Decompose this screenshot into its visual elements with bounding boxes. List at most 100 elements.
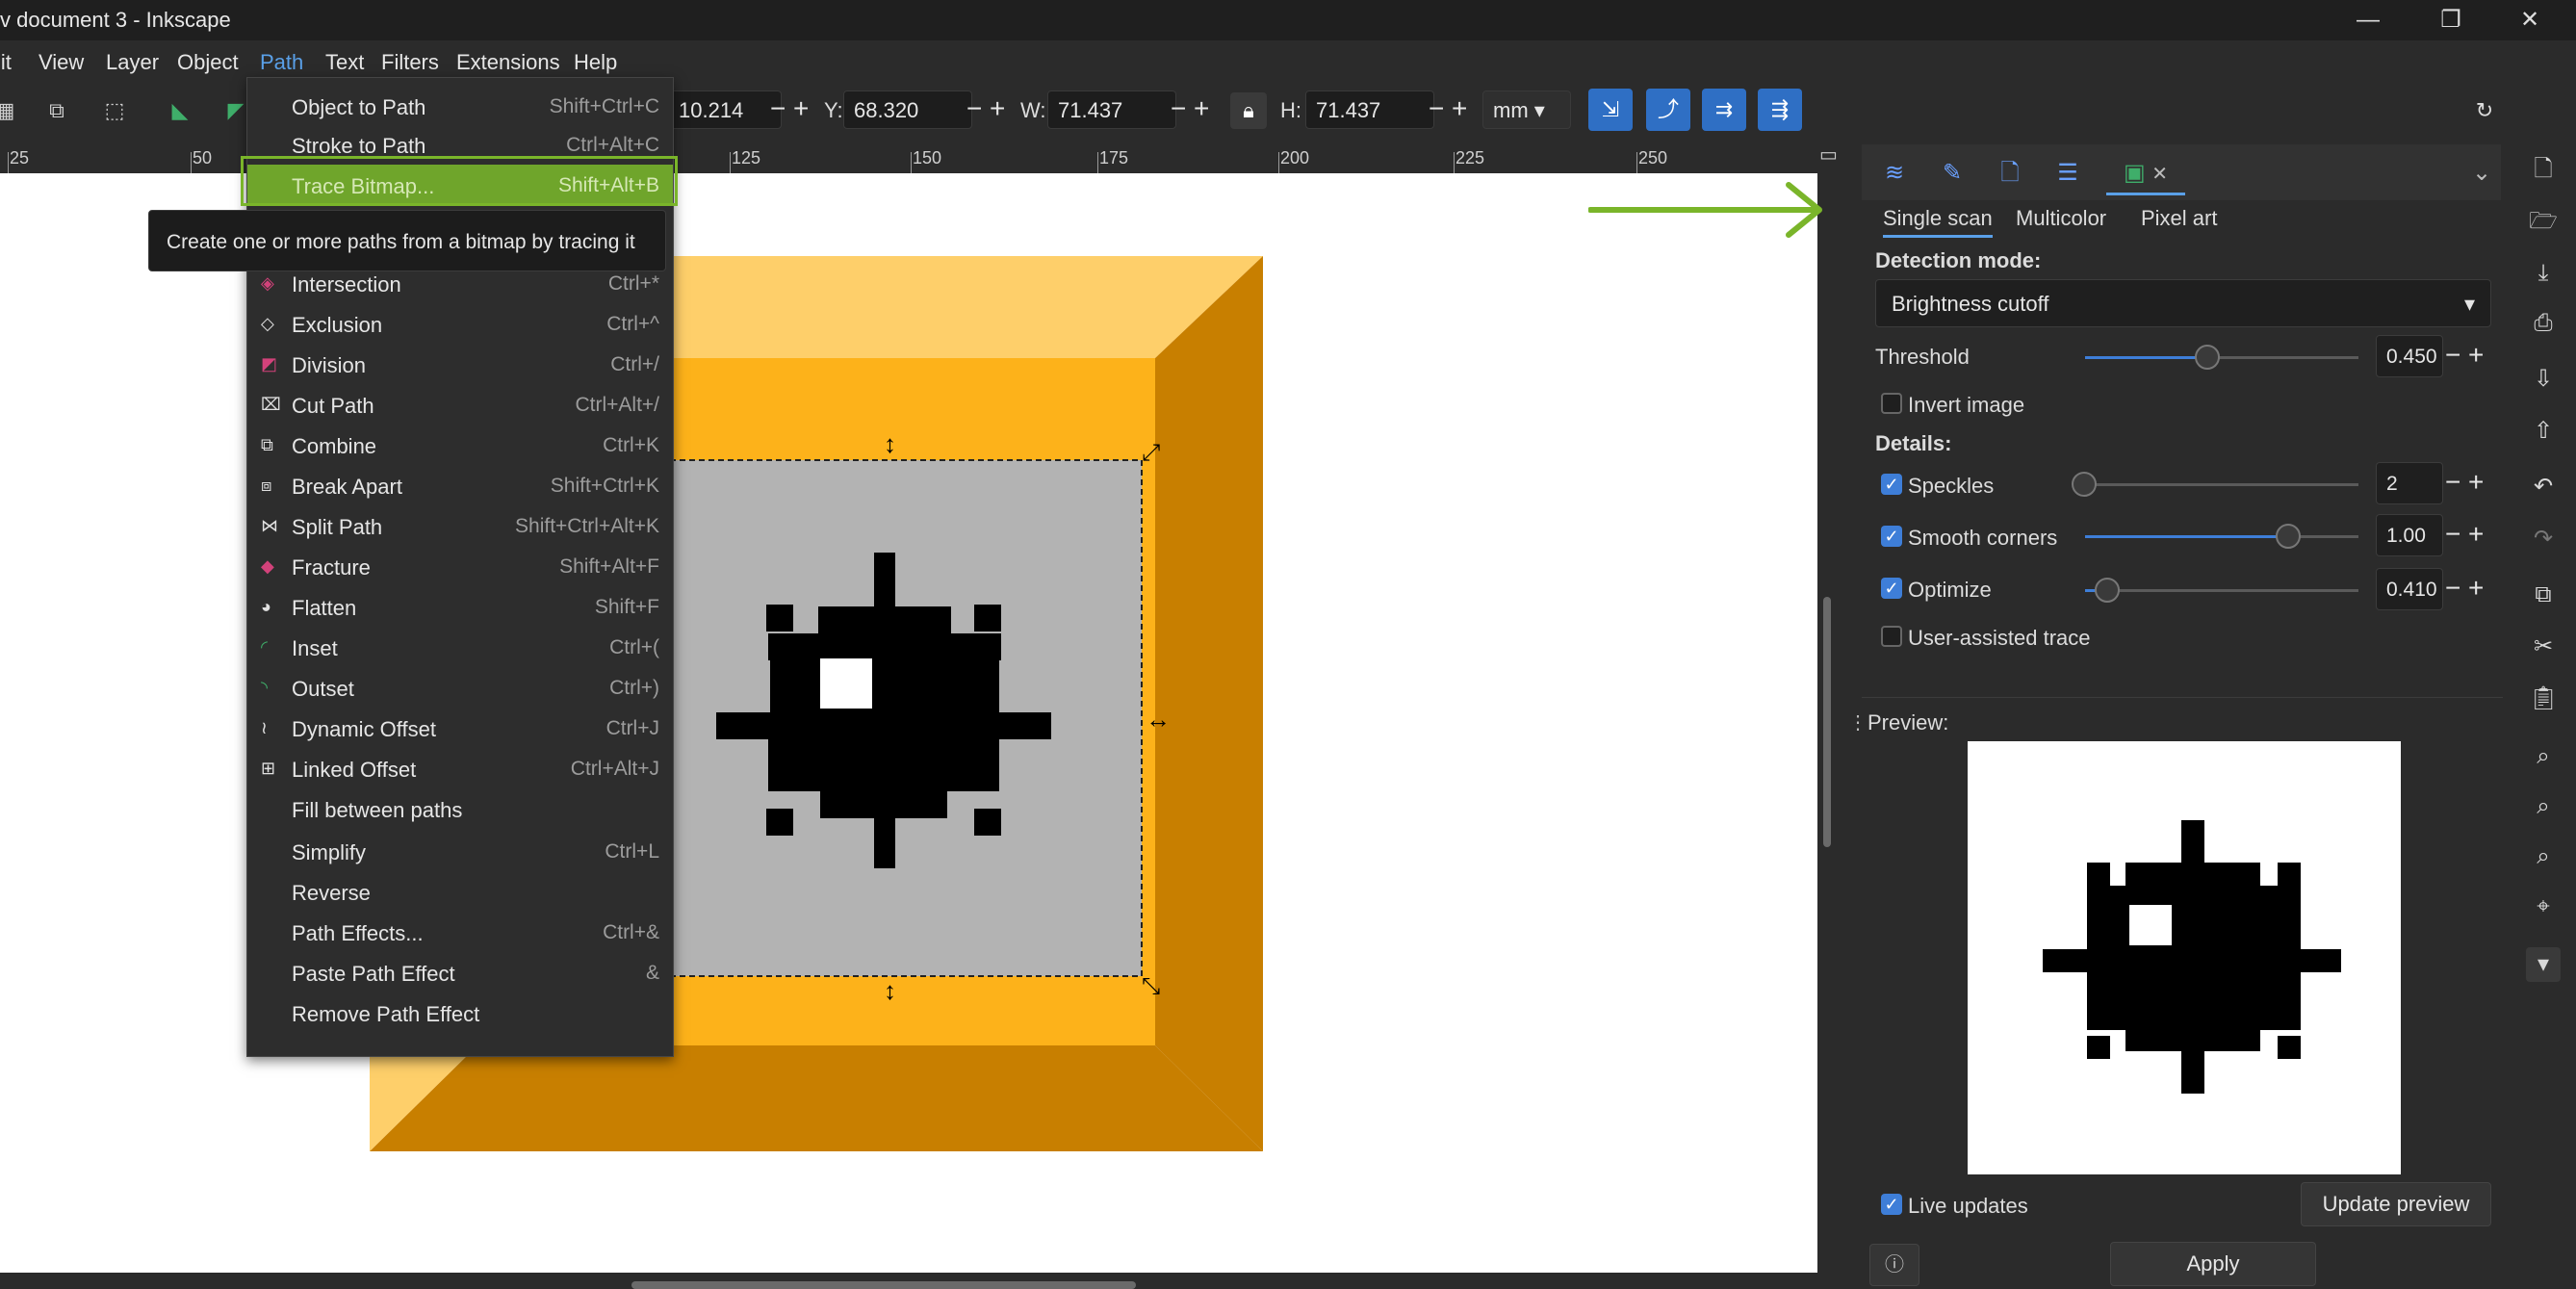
- tab-multicolor[interactable]: Multicolor: [2016, 206, 2106, 231]
- document-properties-tab-icon[interactable]: 🗋︎: [1987, 154, 2033, 193]
- y-increment-button[interactable]: +: [990, 94, 1005, 123]
- minimize-button[interactable]: —: [2339, 4, 2397, 37]
- fill-stroke-tab-icon[interactable]: ✎: [1929, 154, 1975, 193]
- print-icon[interactable]: ⎙: [2526, 306, 2561, 341]
- vertical-scroll-thumb[interactable]: [1823, 597, 1831, 847]
- menu-edit[interactable]: lit: [0, 48, 15, 77]
- move-gradients-icon[interactable]: ⇉: [1702, 89, 1746, 131]
- undo-icon[interactable]: ↶: [2526, 470, 2561, 504]
- menu-object[interactable]: Object: [173, 48, 243, 77]
- save-icon[interactable]: ⤓: [2526, 256, 2561, 291]
- scale-corners-icon[interactable]: ⤴: [1646, 89, 1690, 131]
- threshold-decrement-button[interactable]: −: [2445, 341, 2460, 370]
- optimize-increment-button[interactable]: +: [2468, 574, 2484, 603]
- menu-view[interactable]: View: [35, 48, 88, 77]
- menu-item-fracture[interactable]: ◆ Fracture Shift+Alt+F: [247, 546, 673, 586]
- menu-item-combine[interactable]: ⧉ Combine Ctrl+K: [247, 425, 673, 465]
- update-preview-button[interactable]: Update preview: [2301, 1182, 2491, 1226]
- menu-help[interactable]: Help: [570, 48, 621, 77]
- menu-item-fill-between-paths[interactable]: Fill between paths: [247, 788, 673, 829]
- export-icon[interactable]: ⇧: [2526, 414, 2561, 449]
- import-icon[interactable]: ⇩: [2526, 362, 2561, 397]
- rotate-ccw-icon[interactable]: ◣: [162, 92, 198, 129]
- cut-icon[interactable]: ✂: [2526, 630, 2561, 664]
- live-updates-checkbox[interactable]: ✓: [1881, 1194, 1902, 1215]
- smooth-corners-decrement-button[interactable]: −: [2445, 520, 2460, 549]
- menu-layer[interactable]: Layer: [102, 48, 163, 77]
- select-same-icon[interactable]: ⧉: [39, 92, 75, 129]
- smooth-corners-slider-knob[interactable]: [2276, 524, 2301, 549]
- x-field[interactable]: 10.214: [668, 90, 782, 129]
- zoom-center-icon[interactable]: ⌖: [2526, 889, 2561, 924]
- user-assisted-trace-checkbox[interactable]: [1881, 626, 1902, 647]
- menu-path[interactable]: Path: [256, 48, 308, 79]
- speckles-increment-button[interactable]: +: [2468, 468, 2484, 497]
- select-all-icon[interactable]: ▦: [0, 92, 23, 129]
- apply-button[interactable]: Apply: [2110, 1242, 2316, 1286]
- speckles-slider-knob[interactable]: [2072, 472, 2097, 497]
- menu-item-exclusion[interactable]: ◇ Exclusion Ctrl+^: [247, 303, 673, 344]
- align-tab-icon[interactable]: ☰: [2045, 154, 2091, 193]
- speckles-field[interactable]: 2: [2376, 462, 2443, 504]
- lock-icon[interactable]: 🔒︎: [1230, 92, 1267, 129]
- y-decrement-button[interactable]: −: [966, 94, 982, 123]
- close-tab-icon[interactable]: ✕: [2151, 164, 2168, 185]
- menu-item-cut-path[interactable]: ⌧ Cut Path Ctrl+Alt+/: [247, 384, 673, 425]
- menu-text[interactable]: Text: [322, 48, 368, 77]
- y-field[interactable]: 68.320: [843, 90, 972, 129]
- dock-menu-chevron-icon[interactable]: ⌄: [2459, 154, 2505, 193]
- maximize-button[interactable]: ❐: [2422, 4, 2480, 37]
- display-mode-icon[interactable]: ▭: [1819, 142, 1838, 167]
- close-window-button[interactable]: ✕: [2501, 4, 2559, 37]
- h-field[interactable]: 71.437: [1305, 90, 1434, 129]
- new-document-icon[interactable]: 🗋︎: [2526, 152, 2561, 187]
- open-icon[interactable]: 🗁︎: [2526, 204, 2561, 239]
- h-decrement-button[interactable]: −: [1429, 94, 1444, 123]
- menu-item-division[interactable]: ◩ Division Ctrl+/: [247, 344, 673, 384]
- menu-item-outset[interactable]: ◝ Outset Ctrl+): [247, 667, 673, 708]
- threshold-slider-knob[interactable]: [2195, 345, 2220, 370]
- speckles-decrement-button[interactable]: −: [2445, 468, 2460, 497]
- menu-filters[interactable]: Filters: [377, 48, 443, 77]
- menu-item-remove-path-effect[interactable]: Remove Path Effect: [247, 993, 673, 1033]
- deselect-icon[interactable]: ⬚: [96, 92, 133, 129]
- optimize-field[interactable]: 0.410: [2376, 568, 2443, 610]
- optimize-slider-knob[interactable]: [2095, 578, 2120, 603]
- layers-tab-icon[interactable]: ≋: [1871, 154, 1918, 193]
- drag-handle-icon[interactable]: ⋮: [1848, 710, 1868, 735]
- unit-select[interactable]: mm ▾: [1482, 90, 1571, 129]
- trace-bitmap-tab-icon[interactable]: ▣ ✕: [2106, 154, 2185, 195]
- w-increment-button[interactable]: +: [1194, 94, 1209, 123]
- threshold-field[interactable]: 0.450: [2376, 335, 2443, 377]
- tab-pixel-art[interactable]: Pixel art: [2141, 206, 2217, 231]
- menu-extensions[interactable]: Extensions: [452, 48, 564, 77]
- menu-item-paste-path-effect[interactable]: Paste Path Effect &: [247, 952, 673, 993]
- speckles-checkbox[interactable]: ✓: [1881, 474, 1902, 495]
- paste-icon[interactable]: 📋︎: [2526, 682, 2561, 716]
- move-patterns-icon[interactable]: ⇶: [1758, 89, 1802, 131]
- menu-item-path-effects[interactable]: Path Effects... Ctrl+&: [247, 912, 673, 952]
- zoom-selection-icon[interactable]: ⌕: [2526, 739, 2561, 774]
- menu-item-object-to-path[interactable]: Object to Path Shift+Ctrl+C: [247, 86, 673, 126]
- w-decrement-button[interactable]: −: [1171, 94, 1186, 123]
- menu-item-simplify[interactable]: Simplify Ctrl+L: [247, 831, 673, 871]
- menu-item-flatten[interactable]: ◕ Flatten Shift+F: [247, 586, 673, 627]
- w-field[interactable]: 71.437: [1047, 90, 1176, 129]
- menu-item-inset[interactable]: ◜ Inset Ctrl+(: [247, 627, 673, 667]
- menu-item-dynamic-offset[interactable]: ≀ Dynamic Offset Ctrl+J: [247, 708, 673, 748]
- smooth-corners-checkbox[interactable]: ✓: [1881, 526, 1902, 547]
- h-increment-button[interactable]: +: [1452, 94, 1467, 123]
- x-increment-button[interactable]: +: [793, 94, 809, 123]
- zoom-drawing-icon[interactable]: ⌕: [2526, 789, 2561, 824]
- detection-mode-select[interactable]: Brightness cutoff ▾: [1875, 279, 2491, 327]
- threshold-increment-button[interactable]: +: [2468, 341, 2484, 370]
- zoom-page-icon[interactable]: ⌕: [2526, 839, 2561, 874]
- x-decrement-button[interactable]: −: [770, 94, 786, 123]
- optimize-decrement-button[interactable]: −: [2445, 574, 2460, 603]
- optimize-slider-track[interactable]: [2085, 589, 2358, 592]
- info-icon[interactable]: ⓘ: [1869, 1244, 1919, 1286]
- menu-item-reverse[interactable]: Reverse: [247, 871, 673, 912]
- tab-single-scan[interactable]: Single scan: [1883, 206, 1993, 238]
- menu-item-break-apart[interactable]: ⧈ Break Apart Shift+Ctrl+K: [247, 465, 673, 505]
- scale-stroke-icon[interactable]: ⇲: [1588, 89, 1633, 131]
